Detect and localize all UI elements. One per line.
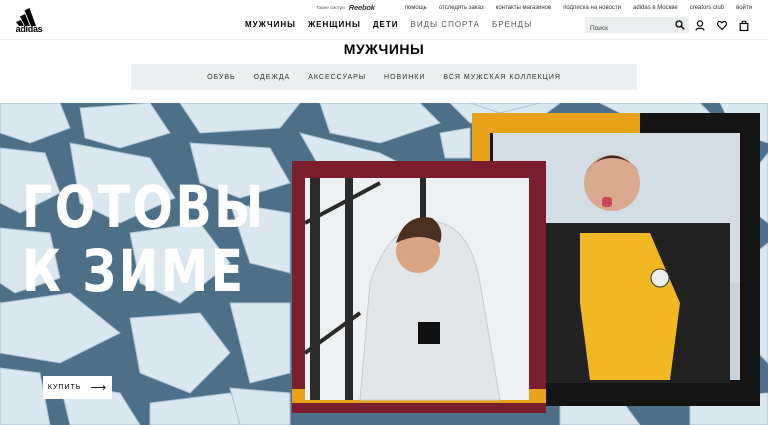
logo-wordmark: adidas	[15, 24, 43, 34]
adidas-stripes-icon	[16, 8, 36, 26]
util-link-creators-club[interactable]: creators club	[690, 5, 724, 11]
util-link-newsletter[interactable]: подписка на новости	[563, 5, 621, 11]
nav-item-sports[interactable]: ВИДЫ СПОРТА	[410, 20, 480, 29]
nav-item-men[interactable]: МУЖЧИНЫ	[245, 20, 296, 29]
utility-bar: Также смотри Reebok помощь отследить зак…	[316, 3, 752, 12]
search-box	[585, 17, 689, 37]
util-link-track-order[interactable]: отследить заказ	[439, 5, 484, 11]
subnav-item-all-men[interactable]: ВСЯ МУЖСКАЯ КОЛЛЕКЦИЯ	[443, 74, 561, 81]
top-header: adidas Также смотри Reebok помощь отслед…	[0, 0, 768, 40]
also-see-label: Также смотри	[316, 5, 345, 10]
subnav-item-accessories[interactable]: АКСЕССУАРЫ	[308, 74, 366, 81]
headline-line-1: ГОТОВЫ	[22, 173, 266, 241]
hero-headline: ГОТОВЫ К ЗИМЕ	[22, 175, 266, 303]
main-nav: МУЖЧИНЫ ЖЕНЩИНЫ ДЕТИ ВИДЫ СПОРТА БРЕНДЫ	[245, 20, 544, 29]
category-subnav: ОБУВЬ ОДЕЖДА АКСЕССУАРЫ НОВИНКИ ВСЯ МУЖС…	[131, 64, 637, 90]
wishlist-heart-icon[interactable]	[717, 20, 727, 31]
page-title: МУЖЧИНЫ	[343, 41, 425, 57]
account-icon[interactable]	[695, 20, 705, 31]
nav-item-kids[interactable]: ДЕТИ	[373, 20, 399, 29]
photo-frame-left	[292, 161, 546, 413]
cart-bag-icon[interactable]	[739, 20, 749, 31]
headline-line-2: К ЗИМЕ	[22, 237, 246, 305]
util-link-help[interactable]: помощь	[405, 5, 427, 11]
nav-item-brands[interactable]: БРЕНДЫ	[492, 20, 532, 29]
buy-button-label: КУПИТЬ	[47, 384, 82, 391]
nav-item-women[interactable]: ЖЕНЩИНЫ	[308, 20, 361, 29]
util-link-login[interactable]: войти	[736, 5, 752, 11]
subnav-item-new[interactable]: НОВИНКИ	[384, 74, 425, 81]
search-input[interactable]	[585, 20, 669, 37]
util-link-store-contacts[interactable]: контакты магазинов	[496, 5, 552, 11]
adidas-logo[interactable]: adidas	[12, 6, 46, 34]
arrow-right-icon: ⟶	[90, 382, 108, 394]
subnav-item-shoes[interactable]: ОБУВЬ	[207, 74, 236, 81]
reebok-link[interactable]: Reebok	[349, 3, 375, 12]
adidas-jacket-badge	[418, 322, 440, 344]
subnav-item-clothing[interactable]: ОДЕЖДА	[254, 74, 291, 81]
buy-button[interactable]: КУПИТЬ ⟶	[43, 376, 112, 399]
util-link-adidas-moscow[interactable]: adidas в Москве	[633, 5, 678, 11]
search-icon[interactable]	[675, 20, 685, 30]
hero-banner[interactable]: ГОТОВЫ К ЗИМЕ КУПИТЬ ⟶	[0, 103, 768, 425]
